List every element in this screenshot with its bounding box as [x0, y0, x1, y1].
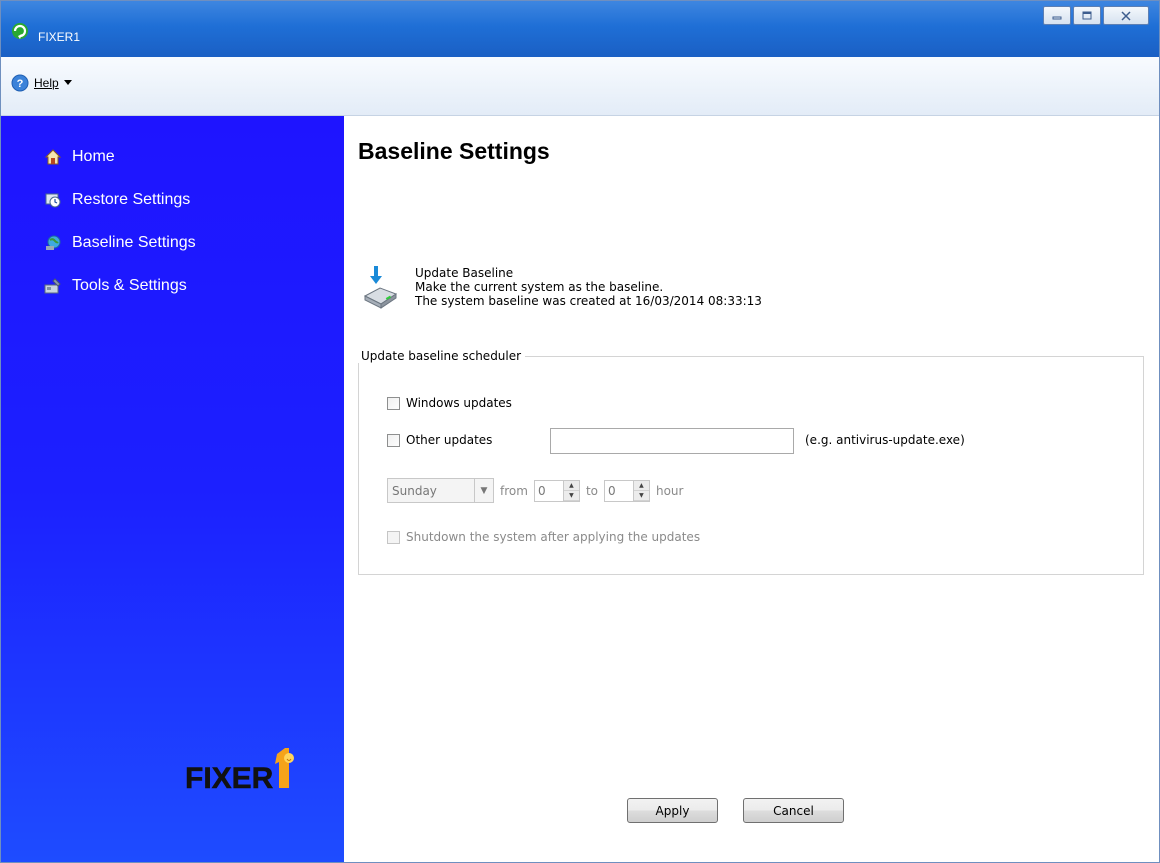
sidebar-item-label: Baseline Settings [72, 234, 196, 251]
restore-icon [45, 193, 61, 208]
help-icon: ? [11, 74, 29, 92]
update-baseline-scheduler-group: Update baseline scheduler Windows update… [357, 349, 1144, 575]
from-hour-spin-buttons[interactable]: ▲ ▼ [562, 480, 579, 501]
sidebar: Home Restore Settings Baseline Settings [1, 116, 344, 862]
spin-down-icon[interactable]: ▼ [633, 490, 649, 501]
disk-download-icon[interactable] [362, 264, 398, 310]
baseline-created-timestamp: The system baseline was created at 16/03… [415, 294, 762, 308]
svg-text:FIXER: FIXER [185, 762, 274, 795]
tools-icon [44, 278, 61, 294]
other-updates-checkbox[interactable] [387, 433, 400, 447]
app-logo-icon [12, 23, 28, 39]
to-hour-stepper[interactable]: 0 ▲ ▼ [603, 479, 650, 502]
update-baseline-link[interactable]: Update Baseline [415, 266, 762, 280]
shutdown-label[interactable]: Shutdown the system after applying the u… [406, 530, 700, 544]
day-select[interactable]: Sunday ▼ [387, 478, 494, 503]
title-bar: FIXER1 [1, 1, 1159, 57]
chevron-down-icon[interactable]: ▼ [474, 479, 493, 502]
help-menu[interactable]: ? Help [11, 74, 72, 92]
to-label: to [585, 483, 598, 498]
help-menu-label: Help [34, 76, 59, 90]
baseline-icon [46, 235, 61, 250]
windows-updates-checkbox[interactable] [387, 396, 400, 410]
sidebar-item-home[interactable]: Home [44, 148, 115, 166]
sidebar-item-restore-settings[interactable]: Restore Settings [44, 191, 190, 209]
update-baseline-text: Update Baseline Make the current system … [415, 266, 762, 308]
page-title: Baseline Settings [358, 138, 550, 164]
day-select-value: Sunday [392, 483, 437, 498]
app-window: FIXER1 ? Help Home Restore Settings Base… [0, 0, 1160, 863]
schedule-time-row: Sunday ▼ from 0 ▲ ▼ to 0 ▲ ▼ hour [387, 478, 683, 503]
windows-updates-label[interactable]: Windows updates [406, 396, 512, 410]
home-icon [44, 149, 62, 165]
other-updates-label[interactable]: Other updates [406, 433, 492, 447]
chevron-down-icon [63, 80, 72, 85]
shutdown-checkbox[interactable] [387, 530, 400, 544]
close-button[interactable] [1103, 6, 1149, 25]
other-updates-row: Other updates [387, 433, 492, 447]
from-label: from [500, 483, 528, 498]
window-controls [1043, 6, 1149, 25]
to-hour-spin-buttons[interactable]: ▲ ▼ [632, 480, 649, 501]
close-icon [1121, 10, 1131, 21]
spin-up-icon[interactable]: ▲ [563, 480, 579, 491]
svg-text:?: ? [17, 78, 24, 90]
sidebar-item-baseline-settings[interactable]: Baseline Settings [44, 234, 196, 252]
sidebar-item-label: Tools & Settings [72, 277, 187, 294]
other-updates-input[interactable] [550, 428, 794, 454]
to-hour-value: 0 [607, 483, 616, 498]
sidebar-item-tools-settings[interactable]: Tools & Settings [44, 277, 187, 295]
minimize-button[interactable] [1043, 6, 1071, 25]
window-title: FIXER1 [38, 30, 81, 44]
maximize-icon [1082, 11, 1092, 20]
maximize-button[interactable] [1073, 6, 1101, 25]
other-updates-hint: (e.g. antivirus-update.exe) [805, 433, 965, 447]
from-hour-stepper[interactable]: 0 ▲ ▼ [533, 479, 580, 502]
menu-bar: ? Help [1, 57, 1159, 116]
spin-down-icon[interactable]: ▼ [563, 490, 579, 501]
cancel-button[interactable]: Cancel [743, 798, 844, 823]
hour-label: hour [655, 483, 684, 498]
main-content: Baseline Settings Update Baseline Make t… [344, 116, 1159, 862]
fixer1-logo: FIXER [185, 748, 294, 795]
sidebar-item-label: Home [72, 148, 115, 165]
shutdown-row: Shutdown the system after applying the u… [387, 530, 700, 544]
update-baseline-description: Make the current system as the baseline. [415, 280, 664, 294]
sidebar-item-label: Restore Settings [72, 191, 191, 208]
scheduler-group-legend: Update baseline scheduler [357, 349, 526, 363]
windows-updates-row: Windows updates [387, 396, 512, 410]
minimize-icon [1052, 16, 1062, 19]
from-hour-value: 0 [537, 483, 546, 498]
apply-button[interactable]: Apply [627, 798, 718, 823]
other-updates-hint-row: (e.g. antivirus-update.exe) [805, 433, 965, 447]
spin-up-icon[interactable]: ▲ [633, 480, 649, 491]
